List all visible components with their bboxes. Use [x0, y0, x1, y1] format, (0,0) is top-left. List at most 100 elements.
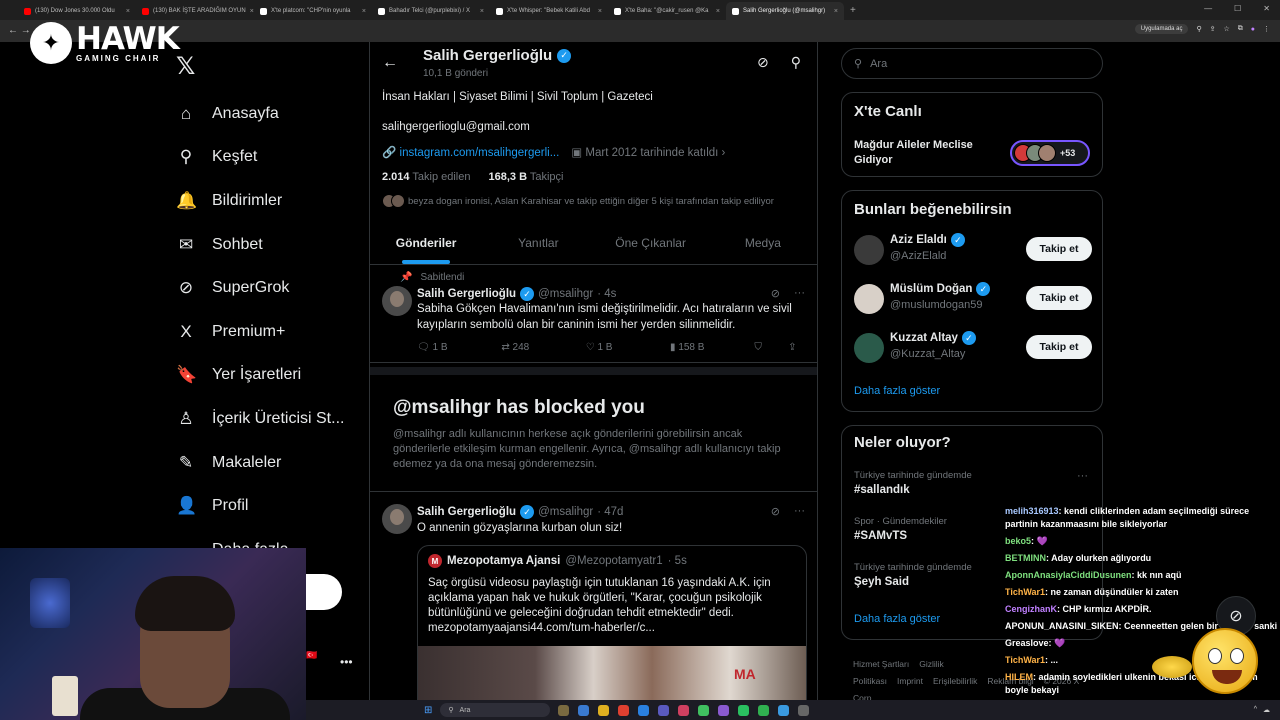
nav-item-9[interactable]: 👤 Profil: [176, 484, 366, 528]
post-author[interactable]: Salih Gergerlioğlu: [417, 288, 516, 300]
post-time[interactable]: · 47d: [597, 506, 623, 518]
post-handle[interactable]: @msalihgr: [538, 506, 593, 518]
app-icon[interactable]: [798, 704, 810, 716]
grok-icon[interactable]: ⊘: [757, 54, 769, 71]
back-arrow-icon[interactable]: ←: [382, 54, 398, 72]
quote-author[interactable]: Mezopotamya Ajansi: [447, 555, 560, 567]
nav-item-3[interactable]: ✉ Sohbet: [176, 223, 366, 267]
avatar[interactable]: [382, 286, 412, 316]
post-author[interactable]: Salih Gergerlioğlu: [417, 506, 516, 518]
post-handle[interactable]: @msalihgr: [538, 288, 593, 300]
trend-item[interactable]: Türkiye tarihinde gündemde #sallandık: [854, 470, 1092, 496]
suggestions-more-link[interactable]: Daha fazla göster: [854, 385, 940, 397]
browser-nav-arrows[interactable]: ← →: [8, 25, 31, 36]
tab-close-icon[interactable]: ×: [834, 8, 838, 15]
quote-image[interactable]: MA: [418, 646, 806, 702]
chat-username[interactable]: melih316913: [1005, 506, 1059, 516]
browser-tab[interactable]: X'te Baha: "@cakir_rusen @Ka ×: [608, 2, 726, 20]
suggestion-item[interactable]: Aziz Elaldı ✓ @AzizElald Takip et: [854, 231, 1092, 271]
search-icon[interactable]: ⚲: [791, 54, 801, 71]
footer-link[interactable]: Hizmet Şartları: [853, 659, 909, 669]
avatar[interactable]: [854, 284, 884, 314]
live-event[interactable]: Mağdur Aileler Meclise Gidiyor: [854, 138, 984, 168]
live-card[interactable]: X'te Canlı Mağdur Aileler Meclise Gidiyo…: [841, 92, 1103, 177]
tab-3[interactable]: Medya: [707, 225, 817, 264]
trends-more-link[interactable]: Daha fazla göster: [854, 613, 940, 625]
follow-button[interactable]: Takip et: [1026, 286, 1092, 310]
follow-button[interactable]: Takip et: [1026, 237, 1092, 261]
bookmark-icon[interactable]: ⛉: [754, 342, 788, 353]
app-icon[interactable]: [698, 704, 710, 716]
chat-username[interactable]: TichWar1: [1005, 655, 1045, 665]
nav-item-5[interactable]: X Premium+: [176, 310, 366, 354]
quoted-post[interactable]: M Mezopotamya Ajansi @Mezopotamyatr1 · 5…: [417, 545, 807, 702]
follow-button[interactable]: Takip et: [1026, 335, 1092, 359]
quote-handle[interactable]: @Mezopotamyatr1: [565, 555, 662, 567]
mutual-followers[interactable]: beyza dogan ironisi, Aslan Karahisar ve …: [382, 194, 774, 208]
more-icon[interactable]: ···: [794, 287, 805, 300]
chat-username[interactable]: BETMINN: [1005, 553, 1046, 563]
post-time[interactable]: · 4s: [597, 288, 616, 300]
quote-time[interactable]: · 5s: [668, 555, 687, 567]
suggestion-name[interactable]: Aziz Elaldı ✓: [890, 233, 965, 247]
tab-close-icon[interactable]: ×: [126, 8, 130, 15]
chat-username[interactable]: APONUN_ANASINI_SIKEN: [1005, 621, 1119, 631]
footer-link[interactable]: Imprint: [897, 676, 923, 686]
nav-item-7[interactable]: ♙ İçerik Üreticisi St...: [176, 397, 366, 441]
minimize-icon[interactable]: —: [1204, 4, 1212, 13]
suggestion-item[interactable]: Kuzzat Altay ✓ @Kuzzat_Altay Takip et: [854, 329, 1092, 369]
app-icon[interactable]: [778, 704, 790, 716]
browser-tab[interactable]: X'te platcom: "CHP'nin oyunla ×: [254, 2, 372, 20]
windows-start-icon[interactable]: ⊞: [424, 705, 432, 716]
tab-2[interactable]: Öne Çıkanlar: [595, 225, 707, 264]
address-bar[interactable]: [0, 20, 1280, 42]
avatar[interactable]: [854, 235, 884, 265]
app-icon[interactable]: [598, 704, 610, 716]
bookmark-star-icon[interactable]: ☆: [1223, 25, 1229, 33]
tab-0[interactable]: Gönderiler: [370, 225, 482, 264]
browser-tab[interactable]: Salih Gergerlioğlu (@msalihgr) ×: [726, 2, 844, 20]
app-icon[interactable]: [578, 704, 590, 716]
nav-item-6[interactable]: 🔖 Yer İşaretleri: [176, 354, 366, 398]
account-more-icon[interactable]: •••: [340, 655, 353, 669]
grok-icon[interactable]: ⊘: [771, 287, 780, 300]
share-icon[interactable]: ⇪: [1210, 25, 1216, 33]
pinned-post[interactable]: 📌 Sabitlendi Salih Gergerlioğlu ✓ @msalihg…: [370, 266, 817, 363]
new-tab-icon[interactable]: +: [850, 5, 856, 16]
post-button-partial[interactable]: [306, 574, 342, 610]
share-icon[interactable]: ⇪: [788, 342, 805, 353]
chat-username[interactable]: CengizhanK: [1005, 604, 1057, 614]
profile-icon[interactable]: ●: [1251, 26, 1255, 33]
footer-link[interactable]: Erişilebilirlik: [933, 676, 977, 686]
extensions-icon[interactable]: ⧉: [1238, 25, 1243, 33]
system-tray[interactable]: ^ ☁: [1254, 706, 1270, 714]
search-input[interactable]: ⚲ Ara: [841, 48, 1103, 79]
reply-button[interactable]: 🗨 1 B: [417, 342, 501, 353]
live-listeners-badge[interactable]: +53: [1010, 140, 1090, 166]
nav-item-0[interactable]: ⌂ Anasayfa: [176, 92, 366, 136]
close-window-icon[interactable]: ✕: [1263, 4, 1270, 13]
app-icon[interactable]: [558, 704, 570, 716]
app-icon[interactable]: [638, 704, 650, 716]
following-link[interactable]: 2.014 Takip edilen: [382, 171, 470, 183]
nav-item-2[interactable]: 🔔 Bildirimler: [176, 179, 366, 223]
views-button[interactable]: ▮ 158 B: [670, 342, 754, 353]
followers-link[interactable]: 168,3 B Takipçi: [488, 171, 563, 183]
app-icon[interactable]: [658, 704, 670, 716]
tab-close-icon[interactable]: ×: [598, 8, 602, 15]
repost-button[interactable]: ⇄ 248: [501, 342, 585, 353]
tab-close-icon[interactable]: ×: [480, 8, 484, 15]
tab-close-icon[interactable]: ×: [362, 8, 366, 15]
browser-tab[interactable]: Bahadır Telci (@purplebixi) / X ×: [372, 2, 490, 20]
chat-username[interactable]: TichWar1: [1005, 587, 1045, 597]
chat-username[interactable]: HILEM: [1005, 672, 1033, 682]
menu-icon[interactable]: ⋮: [1263, 25, 1270, 33]
maximize-icon[interactable]: ☐: [1234, 4, 1241, 13]
chat-username[interactable]: beko5: [1005, 536, 1031, 546]
tab-close-icon[interactable]: ×: [716, 8, 720, 15]
nav-item-1[interactable]: ⚲ Keşfet: [176, 136, 366, 180]
chat-username[interactable]: Greaslove: [1005, 638, 1049, 648]
more-icon[interactable]: ···: [794, 505, 805, 518]
profile-link[interactable]: instagram.com/msalihgergerli...: [400, 147, 560, 159]
nav-item-8[interactable]: ✎ Makaleler: [176, 441, 366, 485]
